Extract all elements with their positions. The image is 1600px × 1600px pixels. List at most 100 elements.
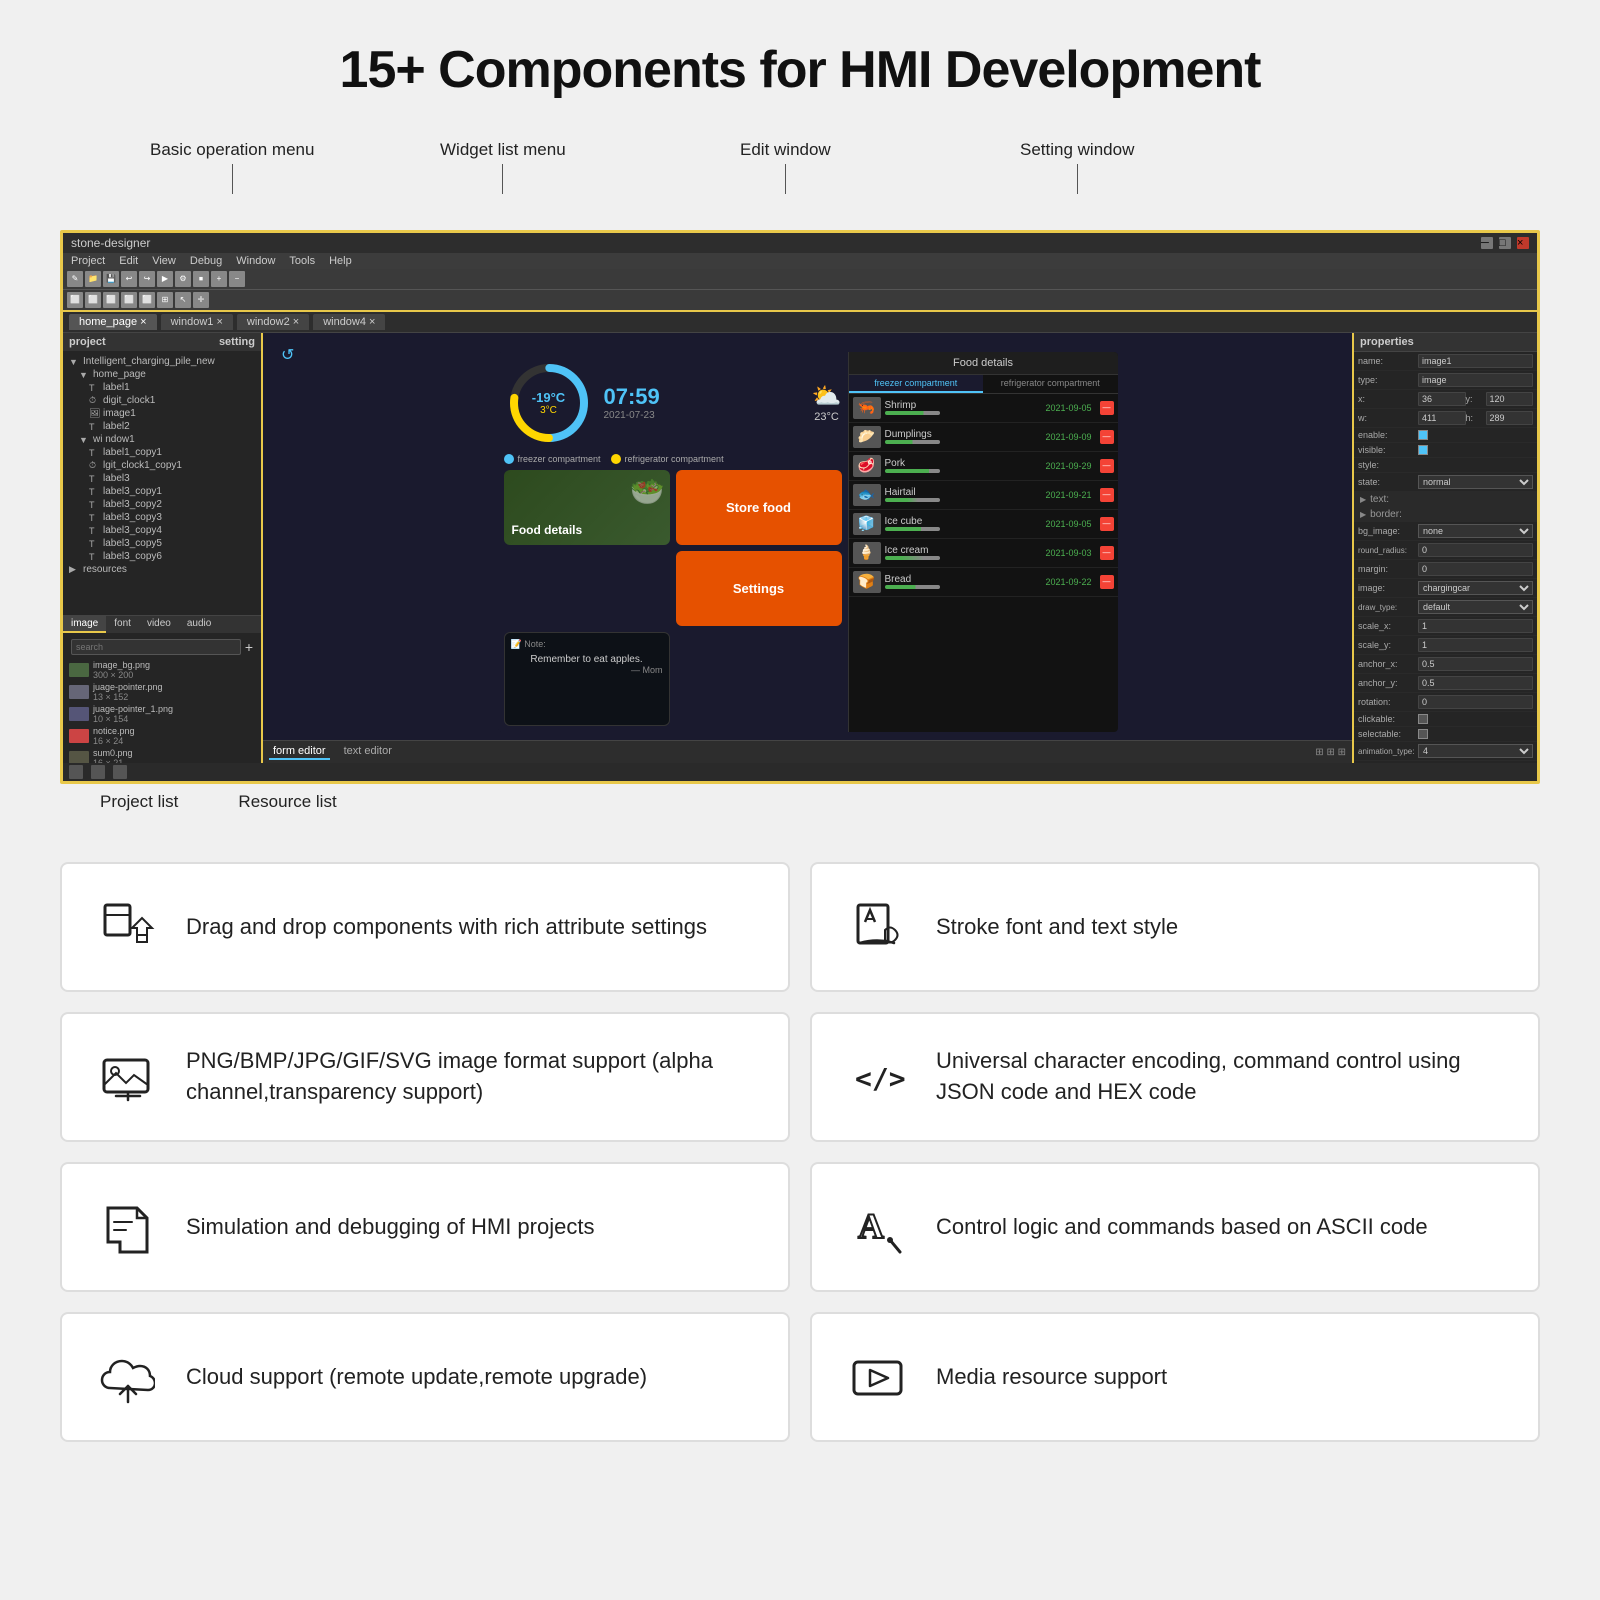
toolbar-align-right[interactable]: ⬜	[103, 292, 119, 308]
tree-label3[interactable]: Tlabel3	[65, 472, 259, 485]
state-select[interactable]: normal	[1418, 475, 1533, 489]
tree-label1-copy1[interactable]: Tlabel1_copy1	[65, 446, 259, 459]
image-select[interactable]: chargingcar	[1418, 581, 1533, 595]
tree-resources[interactable]: ▶resources	[65, 563, 259, 576]
tree-label3-copy4[interactable]: Tlabel3_copy4	[65, 524, 259, 537]
tree-label3-copy2[interactable]: Tlabel3_copy2	[65, 498, 259, 511]
prop-xy: x: 36 y: 120	[1354, 390, 1537, 409]
resource-search[interactable]	[71, 639, 241, 655]
canvas-refresh-icon[interactable]: ↺	[281, 345, 294, 365]
toolbar-align-center[interactable]: ⬜	[85, 292, 101, 308]
toolbar-save[interactable]: 💾	[103, 271, 119, 287]
res-tab-font[interactable]: font	[106, 616, 139, 633]
delete-pork[interactable]: —	[1100, 459, 1114, 473]
res-tab-image[interactable]: image	[63, 616, 106, 633]
prop-scale-x: scale_x: 1	[1354, 617, 1537, 636]
form-editor-tab[interactable]: form editor	[269, 744, 330, 760]
tree-label2[interactable]: Tlabel2	[65, 420, 259, 433]
delete-hairtail[interactable]: —	[1100, 488, 1114, 502]
animation-type-select[interactable]: 4	[1418, 744, 1533, 758]
toolbar-undo[interactable]: ↩	[121, 271, 137, 287]
feature-card-cloud: Cloud support (remote update,remote upgr…	[60, 1312, 790, 1442]
clickable-checkbox[interactable]	[1418, 714, 1428, 724]
tree-label1[interactable]: Tlabel1	[65, 381, 259, 394]
freezer-tab[interactable]: freezer compartment	[849, 375, 984, 393]
tree-label3-copy1[interactable]: Tlabel3_copy1	[65, 485, 259, 498]
toolbar-move[interactable]: ✛	[193, 292, 209, 308]
toolbar-select[interactable]: ↖	[175, 292, 191, 308]
border-section: ▶ border:	[1354, 507, 1537, 522]
tree-home-page[interactable]: ▼ home_page	[65, 368, 259, 381]
project-tree[interactable]: ▼ Intelligent_charging_pile_new ▼ home_p…	[63, 351, 261, 615]
tree-label3-copy3[interactable]: Tlabel3_copy3	[65, 511, 259, 524]
ide-tabs: home_page × window1 × window2 × window4 …	[63, 312, 1537, 333]
status-icon2	[91, 765, 105, 779]
toolbar-grid[interactable]: ⊞	[157, 292, 173, 308]
resource-tabs: image font video audio	[63, 616, 261, 633]
prop-draw-type: draw_type: default	[1354, 598, 1537, 617]
tree-label3-copy5[interactable]: Tlabel3_copy5	[65, 537, 259, 550]
toolbar-new[interactable]: ✎	[67, 271, 83, 287]
delete-ice-cream[interactable]: —	[1100, 546, 1114, 560]
phone-display: -19°C 3°C 07:59 2021-07-23 ⛅	[498, 352, 1118, 732]
toolbar-distribute[interactable]: ⬜	[121, 292, 137, 308]
toolbar-align-left[interactable]: ⬜	[67, 292, 83, 308]
tree-lgit-clock[interactable]: ⏱lgit_clock1_copy1	[65, 459, 259, 472]
status-icon3	[113, 765, 127, 779]
feature-card-stroke-font: Stroke font and text style	[810, 862, 1540, 992]
settings-btn[interactable]: Settings	[676, 551, 842, 626]
feature-card-json: </> Universal character encoding, comman…	[810, 1012, 1540, 1142]
tree-image1[interactable]: 🖼image1	[65, 407, 259, 420]
annotation-edit-window: Edit window	[740, 140, 831, 194]
toolbar-build[interactable]: ▶	[157, 271, 173, 287]
tab-window1[interactable]: window1 ×	[161, 314, 233, 330]
tree-root[interactable]: ▼ Intelligent_charging_pile_new	[65, 355, 259, 368]
minimize-btn[interactable]: ─	[1481, 237, 1493, 249]
prop-bg-image: bg_image: none	[1354, 522, 1537, 541]
draw-type-select[interactable]: default	[1418, 600, 1533, 614]
add-resource-btn[interactable]: +	[245, 639, 253, 655]
json-encoding-icon-box: </>	[842, 1042, 912, 1112]
toolbar-run[interactable]: ⚙	[175, 271, 191, 287]
res-tab-audio[interactable]: audio	[179, 616, 219, 633]
food-row-shrimp: 🦐 Shrimp 2021-09-05 —	[849, 394, 1118, 423]
tree-digit-clock1[interactable]: ⏱digit_clock1	[65, 394, 259, 407]
tab-home-page[interactable]: home_page ×	[69, 314, 157, 330]
toolbar-open[interactable]: 📁	[85, 271, 101, 287]
res-tab-video[interactable]: video	[139, 616, 179, 633]
stroke-font-icon	[850, 900, 905, 955]
tab-window2[interactable]: window2 ×	[237, 314, 309, 330]
properties-panel: properties name: image1 type: image x: 3…	[1352, 333, 1537, 763]
delete-ice-cube[interactable]: —	[1100, 517, 1114, 531]
tree-label3-copy6[interactable]: Tlabel3_copy6	[65, 550, 259, 563]
food-row-pork: 🥩 Pork 2021-09-29 —	[849, 452, 1118, 481]
enable-checkbox[interactable]	[1418, 430, 1428, 440]
visible-checkbox[interactable]	[1418, 445, 1428, 455]
delete-bread[interactable]: —	[1100, 575, 1114, 589]
tab-window4[interactable]: window4 ×	[313, 314, 385, 330]
prop-style: style:	[1354, 458, 1537, 473]
toolbar-zoom-out[interactable]: −	[229, 271, 245, 287]
toolbar-redo[interactable]: ↪	[139, 271, 155, 287]
food-details-btn[interactable]: 🥗 Food details	[504, 470, 670, 545]
delete-dumplings[interactable]: —	[1100, 430, 1114, 444]
toolbar-zoom-in[interactable]: +	[211, 271, 227, 287]
selectable-checkbox[interactable]	[1418, 729, 1428, 739]
res-item: image_bg.png300 × 200	[67, 659, 257, 681]
toolbar-group[interactable]: ⬜	[139, 292, 155, 308]
fridge-tab[interactable]: refrigerator compartment	[983, 375, 1118, 393]
status-icon	[69, 765, 83, 779]
bg-image-select[interactable]: none	[1418, 524, 1533, 538]
close-btn[interactable]: ×	[1517, 237, 1529, 249]
text-editor-tab[interactable]: text editor	[340, 744, 396, 760]
prop-rotation: rotation: 0	[1354, 693, 1537, 712]
ide-toolbar2: ⬜ ⬜ ⬜ ⬜ ⬜ ⊞ ↖ ✛	[63, 290, 1537, 312]
store-food-btn[interactable]: Store food	[676, 470, 842, 545]
toolbar-stop[interactable]: ⏹	[193, 271, 209, 287]
text-section: ▶ text:	[1354, 492, 1537, 507]
cloud-icon	[100, 1350, 155, 1405]
maximize-btn[interactable]: □	[1499, 237, 1511, 249]
tree-window1[interactable]: ▼wi ndow1	[65, 433, 259, 446]
delete-shrimp[interactable]: —	[1100, 401, 1114, 415]
ascii-icon-box: A	[842, 1192, 912, 1262]
